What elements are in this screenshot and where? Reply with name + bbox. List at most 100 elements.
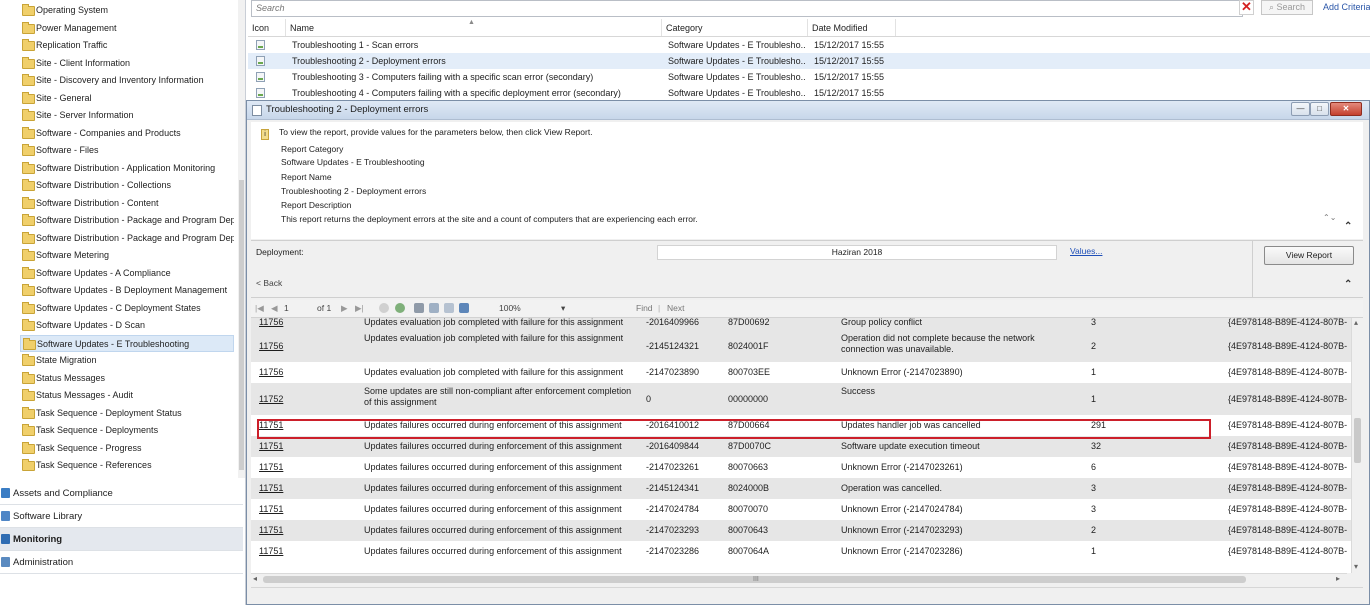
tree-item[interactable]: Software Distribution - Package and Prog…	[20, 230, 234, 247]
tree-item[interactable]: Task Sequence - References	[20, 457, 234, 474]
find-button[interactable]: Find	[636, 300, 653, 317]
tree-item[interactable]: Status Messages	[20, 370, 234, 387]
tree-item[interactable]: Software Updates - C Deployment States	[20, 300, 234, 317]
assignment-id-link[interactable]: 11751	[259, 483, 283, 493]
table-vscroll-thumb[interactable]	[1354, 418, 1361, 463]
list-item[interactable]: Troubleshooting 3 - Computers failing wi…	[248, 69, 1370, 85]
values-link[interactable]: Values...	[1070, 246, 1102, 256]
tree-item[interactable]: Power Management	[20, 20, 234, 37]
column-header-date-modified[interactable]: Date Modified	[808, 19, 896, 36]
folder-icon	[22, 301, 35, 314]
tree-item[interactable]: Software - Files	[20, 142, 234, 159]
folder-icon	[23, 337, 36, 350]
tree-item[interactable]: Site - Client Information	[20, 55, 234, 72]
scroll-up-icon[interactable]: ▴	[1354, 318, 1358, 327]
first-page-icon[interactable]: |◀	[255, 300, 264, 317]
description-cell: Updates failures occurred during enforce…	[364, 483, 622, 493]
tree-item[interactable]: Status Messages - Audit	[20, 387, 234, 404]
zoom-select[interactable]: 100% ▾	[499, 300, 567, 317]
table-horizontal-scrollbar[interactable]: ◂ III ▸	[251, 573, 1347, 586]
folder-icon	[22, 354, 35, 366]
assignment-id-link[interactable]: 11751	[259, 525, 283, 535]
previous-page-icon[interactable]: ◀	[271, 300, 278, 317]
scroll-down-icon[interactable]: ▾	[1354, 562, 1358, 571]
tree-item[interactable]: Site - Discovery and Inventory Informati…	[20, 72, 234, 89]
tree-item[interactable]: Site - Server Information	[20, 107, 234, 124]
tree-item[interactable]: Software Updates - E Troubleshooting	[20, 334, 234, 352]
assignment-id-link[interactable]: 11756	[259, 367, 283, 377]
tree-item[interactable]: Site - General	[20, 90, 234, 107]
description-cell: Updates evaluation job completed with fa…	[364, 367, 624, 377]
window-titlebar[interactable]: Troubleshooting 2 - Deployment errors — …	[247, 101, 1369, 120]
tree-item[interactable]: Software Updates - B Deployment Manageme…	[20, 282, 234, 299]
tree-item[interactable]: Software - Companies and Products	[20, 125, 234, 142]
refresh-icon[interactable]	[395, 303, 405, 313]
assignment-id-link[interactable]: 11756	[259, 341, 283, 351]
deployment-field[interactable]: Haziran 2018	[657, 245, 1057, 260]
assignment-id-link[interactable]: 11751	[259, 546, 283, 556]
column-header-name[interactable]: Name ▲	[286, 19, 662, 36]
assignment-id-link[interactable]: 11751	[259, 504, 283, 514]
clear-search-icon[interactable]: ✕	[1239, 0, 1254, 15]
table-vertical-scrollbar[interactable]: ▴ ▾	[1351, 318, 1364, 573]
scroll-left-icon[interactable]: ◂	[253, 574, 257, 583]
tree-item[interactable]: Software Distribution - Collections	[20, 177, 234, 194]
folder-icon	[22, 21, 35, 34]
workspace-software-library[interactable]: Software Library	[0, 505, 243, 528]
print-layout-icon[interactable]	[429, 303, 439, 313]
tree-item[interactable]: Replication Traffic	[20, 37, 234, 54]
minimize-button[interactable]: —	[1291, 102, 1310, 116]
tree-item[interactable]: Software Updates - A Compliance	[20, 265, 234, 282]
stop-icon[interactable]	[379, 303, 389, 313]
column-header-icon[interactable]: Icon	[248, 19, 286, 36]
workspace-administration[interactable]: Administration	[0, 551, 243, 574]
back-link[interactable]: < Back	[256, 278, 282, 288]
tree-item[interactable]: Software Distribution - Package and Prog…	[20, 212, 234, 229]
workspace-assets-and-compliance[interactable]: Assets and Compliance	[0, 482, 243, 505]
workspace-monitoring[interactable]: Monitoring	[0, 528, 243, 551]
assignment-id-link[interactable]: 11751	[259, 441, 283, 451]
page-setup-icon[interactable]	[444, 303, 454, 313]
find-next-button[interactable]: Next	[667, 300, 684, 317]
collapse-info-icon[interactable]: ⌃	[1344, 221, 1352, 232]
search-button[interactable]: ⌕ Search	[1261, 0, 1313, 15]
tree-item[interactable]: Task Sequence - Progress	[20, 440, 234, 457]
close-button[interactable]: ✕	[1330, 102, 1362, 116]
list-item[interactable]: Troubleshooting 2 - Deployment errors Sof…	[248, 53, 1370, 69]
view-report-button[interactable]: View Report	[1264, 246, 1354, 265]
maximize-button[interactable]: □	[1310, 102, 1329, 116]
folder-icon	[22, 424, 35, 436]
computer-count-cell: 6	[1091, 462, 1097, 472]
assignment-id-link[interactable]: 11752	[259, 394, 283, 404]
report-date-modified: 15/12/2017 15:55	[814, 72, 885, 82]
report-viewer-toolbar: |◀ ◀ 1 of 1 ▶ ▶| 100% ▾ Find | Next	[251, 300, 1363, 318]
tree-item[interactable]: State Migration	[20, 352, 234, 369]
list-item[interactable]: Troubleshooting 4 - Computers failing wi…	[248, 85, 1370, 101]
search-input[interactable]	[251, 0, 1243, 17]
tree-item[interactable]: Task Sequence - Deployment Status	[20, 405, 234, 422]
assignment-id-link[interactable]: 11751	[259, 462, 283, 472]
print-icon[interactable]	[414, 303, 424, 313]
column-header-category[interactable]: Category	[662, 19, 808, 36]
tree-item[interactable]: Software Updates - D Scan	[20, 317, 234, 334]
table-hscroll-thumb[interactable]: III	[263, 576, 1246, 583]
tree-item[interactable]: Software Distribution - Application Moni…	[20, 160, 234, 177]
tree-item[interactable]: Task Sequence - Deployments	[20, 422, 234, 439]
hex-code-cell: 00000000	[728, 394, 769, 404]
tree-item[interactable]: Operating System	[20, 2, 234, 19]
last-page-icon[interactable]: ▶|	[355, 300, 364, 317]
next-page-icon[interactable]: ▶	[341, 300, 348, 317]
tree-item[interactable]: Software Metering	[20, 247, 234, 264]
scroll-right-icon[interactable]: ▸	[1336, 574, 1340, 583]
tree-scrollbar-thumb[interactable]	[239, 180, 244, 470]
info-scroll-icon[interactable]: ⌃⌄	[1323, 214, 1336, 228]
page-number-input[interactable]: 1	[284, 300, 314, 317]
export-icon[interactable]	[459, 303, 469, 313]
tree-scrollbar[interactable]	[238, 0, 245, 478]
list-item[interactable]: Troubleshooting 1 - Scan errors Software …	[248, 37, 1370, 53]
assignment-id-link[interactable]: 11756	[259, 318, 283, 327]
add-criteria-link[interactable]: Add Criteria	[1323, 1, 1370, 14]
tree-item[interactable]: Software Distribution - Content	[20, 195, 234, 212]
collapse-parameters-icon[interactable]: ⌃	[1344, 279, 1352, 290]
error-description-cell: Software update execution timeout	[841, 441, 980, 451]
